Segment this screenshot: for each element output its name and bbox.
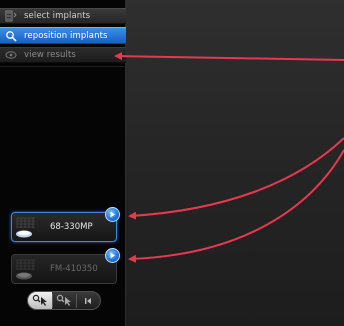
menu-item-view-results[interactable]: view results [0,47,126,63]
menu-item-select-implants[interactable]: select implants [0,8,126,24]
eye-icon [5,49,17,61]
implant-label: 68-330MP [50,222,93,232]
implant-viewport[interactable] [126,0,344,326]
sidebar: select implants reposition implants view… [0,0,126,326]
list-icon [5,10,17,22]
previous-button[interactable] [77,292,100,309]
pointer-magnifier-icon [32,291,48,310]
implant-card-FM-410350[interactable]: FM-410350 [11,254,117,284]
reposition-tool-button[interactable] [53,292,76,309]
magnifier-icon [5,30,17,42]
menu-label: select implants [24,11,91,21]
play-icon[interactable] [105,207,120,222]
implant-label: FM-410350 [50,264,98,274]
implant-thumbnail-icon [15,258,37,280]
play-icon[interactable] [105,248,120,263]
tool-bar [27,291,101,310]
implant-card-68-330MP[interactable]: 68-330MP [11,212,117,242]
divider [0,66,126,67]
skip-back-icon [83,291,93,310]
pointer-magnifier-icon [56,291,72,310]
implant-thumbnail-icon [15,216,37,238]
menu-label: view results [24,50,76,60]
select-tool-button[interactable] [28,292,52,309]
menu-label: reposition implants [24,30,108,41]
menu-item-reposition-implants[interactable]: reposition implants [0,27,126,44]
